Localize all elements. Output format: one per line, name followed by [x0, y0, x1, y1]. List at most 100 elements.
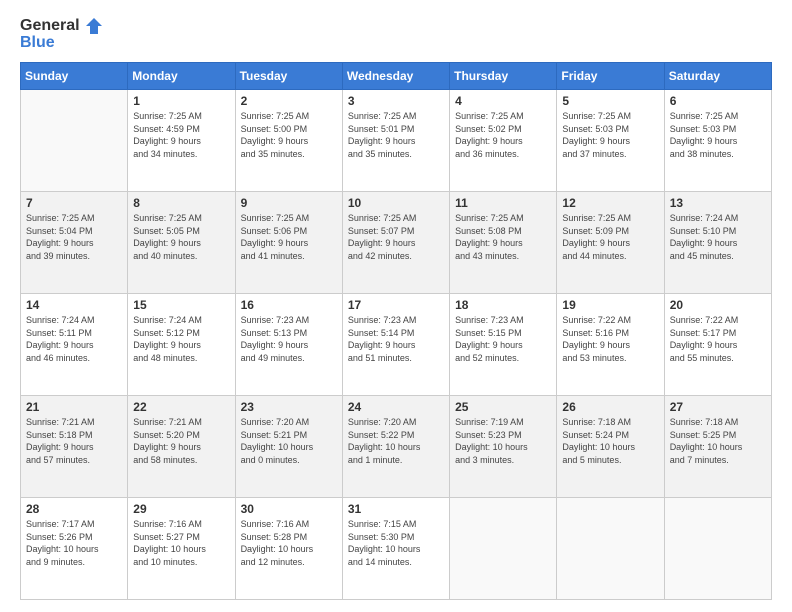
day-number: 4 — [455, 94, 551, 108]
calendar-cell — [664, 498, 771, 600]
calendar-cell: 30 Sunrise: 7:16 AM Sunset: 5:28 PM Dayli… — [235, 498, 342, 600]
day-info: Sunrise: 7:18 AM Sunset: 5:25 PM Dayligh… — [670, 416, 766, 466]
weekday-header-monday: Monday — [128, 63, 235, 90]
day-info: Sunrise: 7:25 AM Sunset: 5:07 PM Dayligh… — [348, 212, 444, 262]
calendar-cell: 4 Sunrise: 7:25 AM Sunset: 5:02 PM Daylig… — [450, 90, 557, 192]
calendar-cell: 2Sunrise: 7:25 AM Sunset: 5:00 PM Daylig… — [235, 90, 342, 192]
day-number: 8 — [133, 196, 229, 210]
day-info: Sunrise: 7:25 AM Sunset: 5:03 PM Dayligh… — [670, 110, 766, 160]
day-info: Sunrise: 7:22 AM Sunset: 5:17 PM Dayligh… — [670, 314, 766, 364]
day-info: Sunrise: 7:24 AM Sunset: 5:12 PM Dayligh… — [133, 314, 229, 364]
day-number: 29 — [133, 502, 229, 516]
calendar-cell: 20Sunrise: 7:22 AM Sunset: 5:17 PM Dayli… — [664, 294, 771, 396]
day-info: Sunrise: 7:21 AM Sunset: 5:20 PM Dayligh… — [133, 416, 229, 466]
day-number: 5 — [562, 94, 658, 108]
calendar-table: SundayMondayTuesdayWednesdayThursdayFrid… — [20, 62, 772, 600]
day-number: 23 — [241, 400, 337, 414]
calendar-week-row: 7Sunrise: 7:25 AM Sunset: 5:04 PM Daylig… — [21, 192, 772, 294]
day-number: 27 — [670, 400, 766, 414]
day-info: Sunrise: 7:16 AM Sunset: 5:27 PM Dayligh… — [133, 518, 229, 568]
day-info: Sunrise: 7:25 AM Sunset: 4:59 PM Dayligh… — [133, 110, 229, 160]
logo-arrow-icon — [82, 16, 102, 36]
day-info: Sunrise: 7:25 AM Sunset: 5:02 PM Dayligh… — [455, 110, 551, 160]
day-number: 22 — [133, 400, 229, 414]
logo: General Blue — [20, 16, 102, 52]
calendar-header-row: SundayMondayTuesdayWednesdayThursdayFrid… — [21, 63, 772, 90]
day-number: 19 — [562, 298, 658, 312]
day-number: 10 — [348, 196, 444, 210]
calendar-cell: 13 Sunrise: 7:24 AM Sunset: 5:10 PM Dayli… — [664, 192, 771, 294]
calendar-cell: 24 Sunrise: 7:20 AM Sunset: 5:22 PM Dayli… — [342, 396, 449, 498]
weekday-header-thursday: Thursday — [450, 63, 557, 90]
calendar-week-row: 21 Sunrise: 7:21 AM Sunset: 5:18 PM Dayli… — [21, 396, 772, 498]
calendar-cell: 27 Sunrise: 7:18 AM Sunset: 5:25 PM Dayli… — [664, 396, 771, 498]
day-info: Sunrise: 7:25 AM Sunset: 5:09 PM Dayligh… — [562, 212, 658, 262]
calendar-week-row: 28Sunrise: 7:17 AM Sunset: 5:26 PM Dayli… — [21, 498, 772, 600]
day-info: Sunrise: 7:21 AM Sunset: 5:18 PM Dayligh… — [26, 416, 122, 466]
day-info: Sunrise: 7:19 AM Sunset: 5:23 PM Dayligh… — [455, 416, 551, 466]
calendar-cell: 21 Sunrise: 7:21 AM Sunset: 5:18 PM Dayli… — [21, 396, 128, 498]
day-number: 14 — [26, 298, 122, 312]
day-info: Sunrise: 7:25 AM Sunset: 5:05 PM Dayligh… — [133, 212, 229, 262]
calendar-cell: 23 Sunrise: 7:20 AM Sunset: 5:21 PM Dayli… — [235, 396, 342, 498]
calendar-cell: 26Sunrise: 7:18 AM Sunset: 5:24 PM Dayli… — [557, 396, 664, 498]
day-info: Sunrise: 7:25 AM Sunset: 5:03 PM Dayligh… — [562, 110, 658, 160]
day-number: 11 — [455, 196, 551, 210]
day-info: Sunrise: 7:25 AM Sunset: 5:06 PM Dayligh… — [241, 212, 337, 262]
day-number: 6 — [670, 94, 766, 108]
day-number: 3 — [348, 94, 444, 108]
calendar-cell: 12Sunrise: 7:25 AM Sunset: 5:09 PM Dayli… — [557, 192, 664, 294]
day-number: 24 — [348, 400, 444, 414]
calendar-cell: 8 Sunrise: 7:25 AM Sunset: 5:05 PM Daylig… — [128, 192, 235, 294]
calendar-cell: 17 Sunrise: 7:23 AM Sunset: 5:14 PM Dayli… — [342, 294, 449, 396]
calendar-cell: 15Sunrise: 7:24 AM Sunset: 5:12 PM Dayli… — [128, 294, 235, 396]
day-info: Sunrise: 7:20 AM Sunset: 5:22 PM Dayligh… — [348, 416, 444, 466]
day-number: 17 — [348, 298, 444, 312]
calendar-cell: 3 Sunrise: 7:25 AM Sunset: 5:01 PM Daylig… — [342, 90, 449, 192]
calendar-cell: 7Sunrise: 7:25 AM Sunset: 5:04 PM Daylig… — [21, 192, 128, 294]
day-number: 1 — [133, 94, 229, 108]
day-info: Sunrise: 7:23 AM Sunset: 5:14 PM Dayligh… — [348, 314, 444, 364]
calendar-cell: 16Sunrise: 7:23 AM Sunset: 5:13 PM Dayli… — [235, 294, 342, 396]
day-number: 28 — [26, 502, 122, 516]
calendar-cell: 1 Sunrise: 7:25 AM Sunset: 4:59 PM Daylig… — [128, 90, 235, 192]
calendar-cell — [450, 498, 557, 600]
day-info: Sunrise: 7:25 AM Sunset: 5:08 PM Dayligh… — [455, 212, 551, 262]
day-number: 25 — [455, 400, 551, 414]
calendar-cell: 31 Sunrise: 7:15 AM Sunset: 5:30 PM Dayli… — [342, 498, 449, 600]
day-number: 2 — [241, 94, 337, 108]
day-info: Sunrise: 7:15 AM Sunset: 5:30 PM Dayligh… — [348, 518, 444, 568]
calendar-cell: 29 Sunrise: 7:16 AM Sunset: 5:27 PM Dayli… — [128, 498, 235, 600]
calendar-cell: 5 Sunrise: 7:25 AM Sunset: 5:03 PM Daylig… — [557, 90, 664, 192]
calendar-cell: 9Sunrise: 7:25 AM Sunset: 5:06 PM Daylig… — [235, 192, 342, 294]
weekday-header-saturday: Saturday — [664, 63, 771, 90]
weekday-header-tuesday: Tuesday — [235, 63, 342, 90]
day-number: 16 — [241, 298, 337, 312]
day-info: Sunrise: 7:25 AM Sunset: 5:01 PM Dayligh… — [348, 110, 444, 160]
day-number: 31 — [348, 502, 444, 516]
calendar-cell: 14 Sunrise: 7:24 AM Sunset: 5:11 PM Dayli… — [21, 294, 128, 396]
day-info: Sunrise: 7:24 AM Sunset: 5:10 PM Dayligh… — [670, 212, 766, 262]
day-number: 21 — [26, 400, 122, 414]
page-header: General Blue — [20, 16, 772, 52]
day-info: Sunrise: 7:23 AM Sunset: 5:15 PM Dayligh… — [455, 314, 551, 364]
day-number: 13 — [670, 196, 766, 210]
calendar-cell: 10 Sunrise: 7:25 AM Sunset: 5:07 PM Dayli… — [342, 192, 449, 294]
day-info: Sunrise: 7:24 AM Sunset: 5:11 PM Dayligh… — [26, 314, 122, 364]
day-number: 7 — [26, 196, 122, 210]
weekday-header-sunday: Sunday — [21, 63, 128, 90]
calendar-cell: 11 Sunrise: 7:25 AM Sunset: 5:08 PM Dayli… — [450, 192, 557, 294]
weekday-header-friday: Friday — [557, 63, 664, 90]
calendar-week-row: 1 Sunrise: 7:25 AM Sunset: 4:59 PM Daylig… — [21, 90, 772, 192]
calendar-cell: 25 Sunrise: 7:19 AM Sunset: 5:23 PM Dayli… — [450, 396, 557, 498]
day-number: 18 — [455, 298, 551, 312]
calendar-cell: 18 Sunrise: 7:23 AM Sunset: 5:15 PM Dayli… — [450, 294, 557, 396]
day-info: Sunrise: 7:22 AM Sunset: 5:16 PM Dayligh… — [562, 314, 658, 364]
day-info: Sunrise: 7:20 AM Sunset: 5:21 PM Dayligh… — [241, 416, 337, 466]
day-number: 30 — [241, 502, 337, 516]
day-info: Sunrise: 7:18 AM Sunset: 5:24 PM Dayligh… — [562, 416, 658, 466]
weekday-header-wednesday: Wednesday — [342, 63, 449, 90]
calendar-cell: 19 Sunrise: 7:22 AM Sunset: 5:16 PM Dayli… — [557, 294, 664, 396]
calendar-week-row: 14 Sunrise: 7:24 AM Sunset: 5:11 PM Dayli… — [21, 294, 772, 396]
day-info: Sunrise: 7:16 AM Sunset: 5:28 PM Dayligh… — [241, 518, 337, 568]
